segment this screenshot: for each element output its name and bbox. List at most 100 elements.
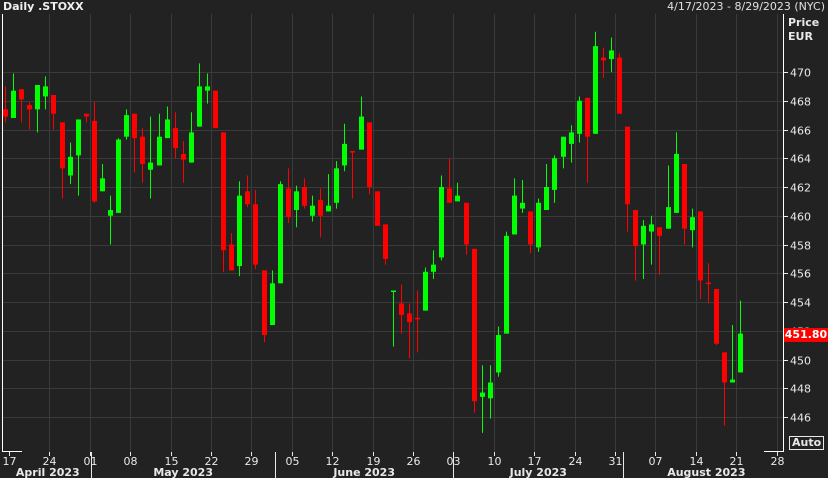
candle-body-up bbox=[641, 225, 646, 245]
candle-body-down bbox=[221, 132, 226, 251]
x-tick-label: 05 bbox=[286, 455, 300, 468]
month-label: July 2023 bbox=[509, 466, 567, 478]
candle-body-up bbox=[359, 116, 364, 150]
candle-body-up bbox=[270, 283, 275, 325]
candle-body-up bbox=[593, 46, 598, 134]
candle-body-up bbox=[423, 271, 428, 311]
candle-body-down bbox=[714, 289, 719, 344]
month-label: June 2023 bbox=[332, 466, 395, 478]
month-label: April 2023 bbox=[16, 466, 80, 478]
candle-body-up bbox=[496, 335, 501, 373]
candle-body-up bbox=[189, 132, 194, 163]
candle-body-down bbox=[657, 227, 662, 236]
candle-body-up bbox=[205, 86, 210, 91]
candle-body-down bbox=[140, 136, 145, 164]
candle-body-up bbox=[431, 264, 436, 272]
candle-body-up bbox=[76, 119, 81, 156]
auto-scale-button[interactable]: Auto bbox=[789, 436, 825, 450]
candle-body-up bbox=[108, 210, 113, 216]
candle-body-down bbox=[585, 97, 590, 137]
candle-body-up bbox=[577, 100, 582, 134]
candle-body-up bbox=[536, 202, 541, 248]
x-tick-label: 01 bbox=[84, 455, 98, 468]
candle-body-down bbox=[528, 211, 533, 245]
candle-body-up bbox=[116, 139, 121, 213]
candle-body-down bbox=[262, 270, 267, 336]
x-tick-label: 08 bbox=[124, 455, 138, 468]
candlestick-chart[interactable]: 446448450452454456458460462464466468470 … bbox=[0, 0, 828, 478]
candle-body-up bbox=[666, 207, 671, 229]
x-tick-label: 10 bbox=[488, 455, 502, 468]
candle-body-up bbox=[504, 235, 509, 334]
candle-body-down bbox=[682, 164, 687, 229]
candle-body-down bbox=[415, 317, 420, 320]
candle-body-down bbox=[706, 282, 711, 285]
candle-body-down bbox=[286, 188, 291, 218]
candle-body-up bbox=[157, 136, 162, 166]
y-tick-label: 460 bbox=[790, 211, 811, 224]
candle-body-up bbox=[294, 191, 299, 210]
y-tick-label: 464 bbox=[790, 153, 811, 166]
candle-body-up bbox=[43, 86, 48, 97]
candle-body-up bbox=[455, 195, 460, 202]
candle-body-up bbox=[68, 156, 73, 176]
candle-body-down bbox=[318, 199, 323, 216]
candle-body-down bbox=[245, 191, 250, 205]
candle-body-down bbox=[375, 191, 380, 226]
candle-body-up bbox=[609, 50, 614, 60]
candle-body-up bbox=[11, 90, 16, 118]
candle-body-down bbox=[447, 188, 452, 203]
candle-body-down bbox=[173, 128, 178, 149]
candle-body-up bbox=[342, 143, 347, 166]
x-tick-label: 29 bbox=[245, 455, 259, 468]
candle-body-down bbox=[60, 122, 65, 169]
candle-body-down bbox=[181, 153, 186, 160]
y-tick-label: 450 bbox=[790, 355, 811, 368]
candle-body-up bbox=[649, 224, 654, 232]
x-axis: 17 24 01 08 15 22 29 05 12 19 26 03 10 17 24 31 07 14 21 28… bbox=[3, 452, 785, 478]
candle-body-down bbox=[633, 210, 638, 246]
x-tick-label: 31 bbox=[609, 455, 623, 468]
candle-body-up bbox=[730, 379, 735, 383]
y-tick-label: 458 bbox=[790, 240, 811, 253]
x-tick-label: 17 bbox=[3, 455, 17, 468]
candle-body-down bbox=[367, 122, 372, 187]
price-label: Price bbox=[788, 16, 820, 29]
candle-body-down bbox=[625, 126, 630, 205]
candle-body-down bbox=[350, 151, 355, 153]
grid bbox=[2, 14, 783, 452]
candle-body-up bbox=[278, 184, 283, 284]
x-tick-label: 24 bbox=[569, 455, 583, 468]
x-tick-label: 26 bbox=[407, 455, 421, 468]
candle-body-down bbox=[51, 95, 56, 114]
candle-body-up bbox=[674, 153, 679, 213]
candle-body-down bbox=[132, 113, 137, 139]
candle-body-up bbox=[310, 205, 315, 216]
candle-body-down bbox=[601, 57, 606, 61]
candle-body-down bbox=[92, 120, 97, 202]
last-price-badge: 451.80 bbox=[784, 328, 828, 342]
y-tick-label: 454 bbox=[790, 297, 811, 310]
y-tick-label: 446 bbox=[790, 412, 811, 425]
candle-body-up bbox=[561, 136, 566, 157]
candle-body-up bbox=[738, 333, 743, 373]
month-label: August 2023 bbox=[667, 466, 745, 478]
y-tick-label: 466 bbox=[790, 125, 811, 138]
candle-body-up bbox=[544, 187, 549, 210]
candle-body-down bbox=[399, 303, 404, 315]
y-tick-label: 462 bbox=[790, 182, 811, 195]
candle-body-down bbox=[3, 109, 8, 117]
y-tick-label: 448 bbox=[790, 383, 811, 396]
candle-body-up bbox=[690, 217, 695, 231]
candle-body-up bbox=[197, 86, 202, 127]
candle-body-down bbox=[383, 224, 388, 259]
candle-body-down bbox=[229, 244, 234, 271]
candle-body-up bbox=[480, 392, 485, 397]
candle-body-up bbox=[165, 119, 170, 139]
candle-body-up bbox=[100, 178, 105, 192]
candle-body-up bbox=[391, 290, 396, 292]
candle-body-up bbox=[148, 162, 153, 170]
candle-body-up bbox=[237, 195, 242, 267]
y-tick-label: 456 bbox=[790, 268, 811, 281]
month-label: May 2023 bbox=[153, 466, 213, 478]
